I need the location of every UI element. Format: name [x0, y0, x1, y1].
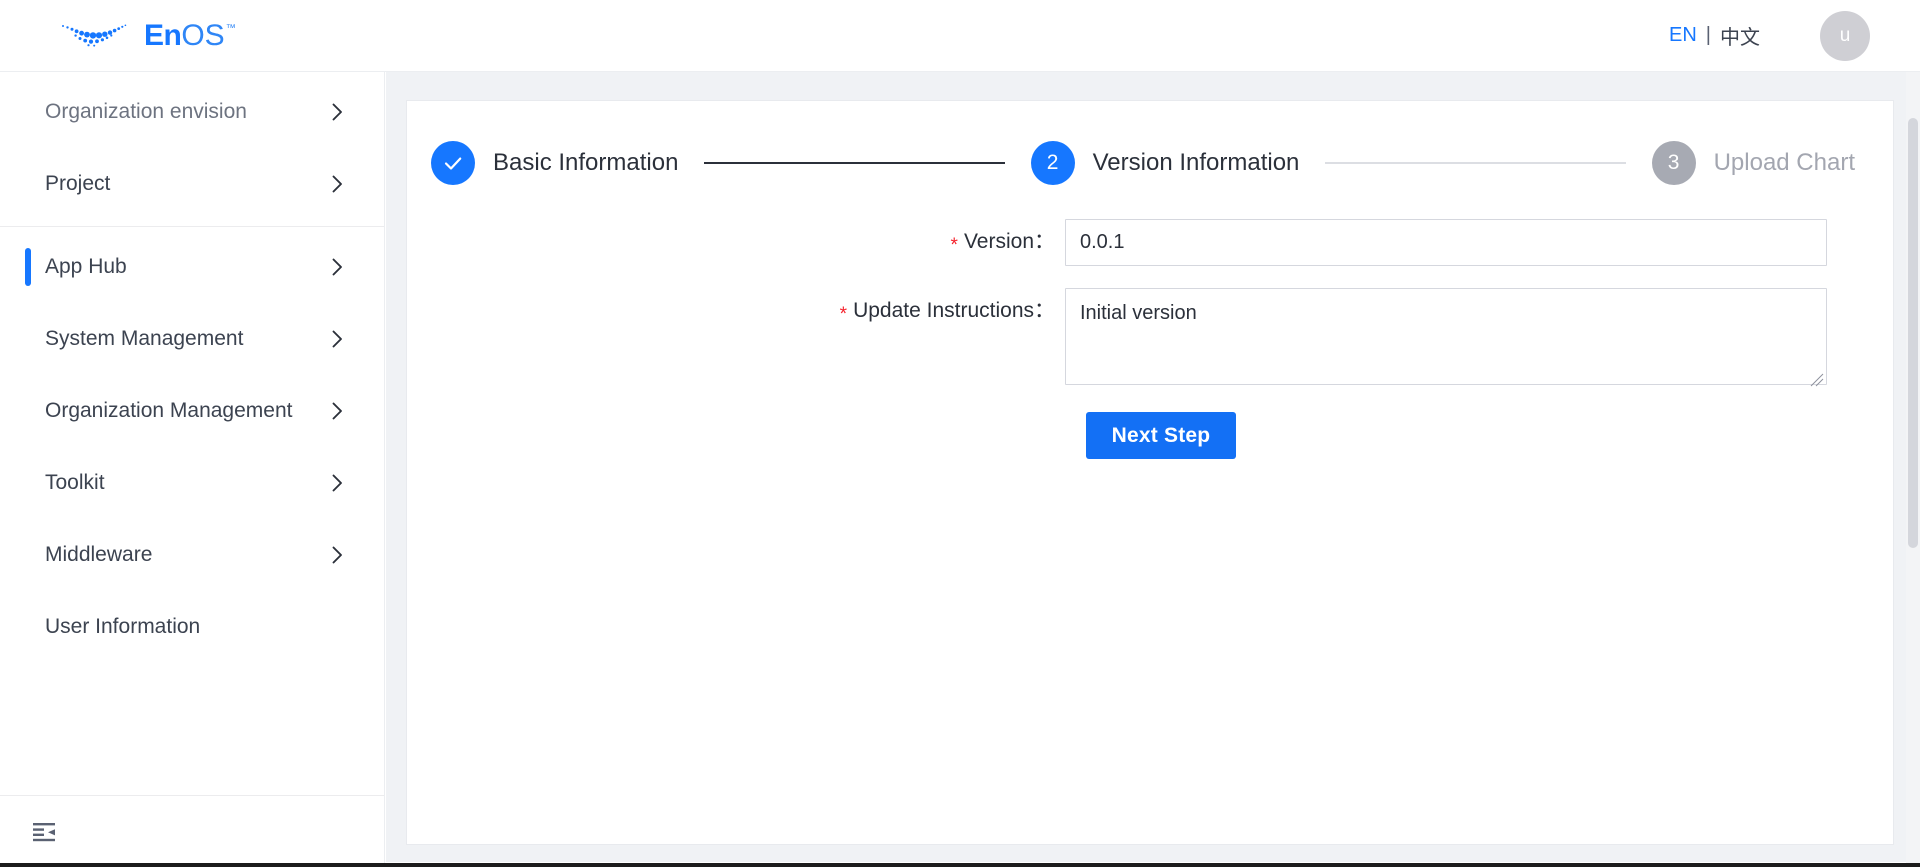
sidebar-item-app-hub[interactable]: App Hub — [0, 231, 384, 303]
step-basic-information[interactable]: Basic Information — [431, 141, 678, 185]
sidebar-nav: Organization envision Project App Hub — [0, 72, 384, 663]
avatar-initial: u — [1840, 25, 1851, 47]
next-step-button[interactable]: Next Step — [1086, 412, 1237, 459]
version-form: * Version： * Update Instructions： — [407, 185, 1893, 459]
sidebar: Organization envision Project App Hub — [0, 72, 385, 867]
version-label: * Version： — [407, 219, 1055, 266]
sidebar-footer — [0, 795, 384, 867]
menu-fold-icon[interactable] — [32, 821, 58, 843]
update-instructions-label-text: Update Instructions： — [853, 299, 1055, 322]
textarea-wrapper — [1065, 288, 1827, 390]
brand-wordmark: EnOS™ — [144, 21, 236, 51]
sidebar-item-label: Middleware — [45, 538, 330, 572]
version-control — [1065, 219, 1827, 266]
step-indicator-check — [431, 141, 475, 185]
wizard-card: Basic Information 2 Version Information … — [406, 100, 1894, 845]
step-connector-2 — [1325, 162, 1625, 164]
sidebar-item-middleware[interactable]: Middleware — [0, 519, 384, 591]
step-upload-chart[interactable]: 3 Upload Chart — [1652, 141, 1855, 185]
step-label: Upload Chart — [1714, 149, 1855, 177]
content-area: Basic Information 2 Version Information … — [386, 72, 1920, 862]
check-icon — [441, 151, 465, 175]
form-row-version: * Version： — [407, 219, 1893, 266]
chevron-right-icon — [330, 329, 344, 349]
update-instructions-control — [1065, 288, 1827, 390]
brand-logo[interactable]: EnOS™ — [58, 13, 236, 59]
chevron-right-icon — [330, 174, 344, 194]
update-instructions-label: * Update Instructions： — [407, 288, 1055, 335]
chevron-right-icon — [330, 401, 344, 421]
form-actions: Next Step — [407, 412, 1893, 459]
app-header: EnOS™ EN | 中文 u — [0, 0, 1920, 72]
sidebar-item-user-information[interactable]: User Information — [0, 591, 384, 663]
sidebar-item-label: System Management — [45, 322, 330, 356]
sidebar-item-label: Toolkit — [45, 466, 330, 500]
step-connector-1 — [704, 162, 1004, 164]
sidebar-item-label: User Information — [45, 610, 344, 644]
sidebar-item-label: Organization Management — [45, 394, 330, 428]
step-indicator-3: 3 — [1652, 141, 1696, 185]
chevron-right-icon — [330, 102, 344, 122]
lang-option-zh[interactable]: 中文 — [1720, 21, 1760, 50]
brand-os-text: OS — [181, 21, 224, 51]
brand-en-text: En — [144, 21, 181, 51]
wizard-steps: Basic Information 2 Version Information … — [407, 101, 1893, 185]
page-scrollbar[interactable] — [1906, 72, 1920, 867]
enos-dot-arc-logo-icon — [58, 19, 136, 53]
sidebar-divider — [0, 226, 384, 227]
version-input[interactable] — [1065, 219, 1827, 266]
lang-separator: | — [1706, 24, 1711, 47]
window-bottom-edge — [0, 863, 1920, 867]
user-avatar[interactable]: u — [1820, 11, 1870, 61]
sidebar-item-system-management[interactable]: System Management — [0, 303, 384, 375]
chevron-right-icon — [330, 545, 344, 565]
step-version-information[interactable]: 2 Version Information — [1031, 141, 1300, 185]
step-label: Version Information — [1093, 149, 1300, 177]
step-indicator-2: 2 — [1031, 141, 1075, 185]
required-asterisk: * — [951, 235, 958, 256]
header-actions: EN | 中文 u — [1669, 11, 1870, 61]
step-label: Basic Information — [493, 149, 678, 177]
sidebar-item-label: App Hub — [45, 250, 330, 284]
language-switcher: EN | 中文 — [1669, 21, 1760, 50]
scrollbar-thumb[interactable] — [1908, 118, 1918, 548]
lang-option-en[interactable]: EN — [1669, 24, 1697, 47]
required-asterisk: * — [840, 304, 847, 325]
update-instructions-textarea[interactable] — [1065, 288, 1827, 385]
app-root: EnOS™ EN | 中文 u Organization envision — [0, 0, 1920, 867]
brand-trademark: ™ — [226, 24, 236, 34]
version-label-text: Version： — [964, 230, 1055, 253]
sidebar-item-label: Organization envision — [45, 95, 330, 129]
sidebar-item-project[interactable]: Project — [0, 148, 384, 220]
sidebar-item-label: Project — [45, 167, 330, 201]
form-row-update-instructions: * Update Instructions： — [407, 288, 1893, 390]
chevron-right-icon — [330, 473, 344, 493]
chevron-right-icon — [330, 257, 344, 277]
sidebar-item-organization-management[interactable]: Organization Management — [0, 375, 384, 447]
sidebar-item-toolkit[interactable]: Toolkit — [0, 447, 384, 519]
sidebar-item-organization-envision[interactable]: Organization envision — [0, 76, 384, 148]
